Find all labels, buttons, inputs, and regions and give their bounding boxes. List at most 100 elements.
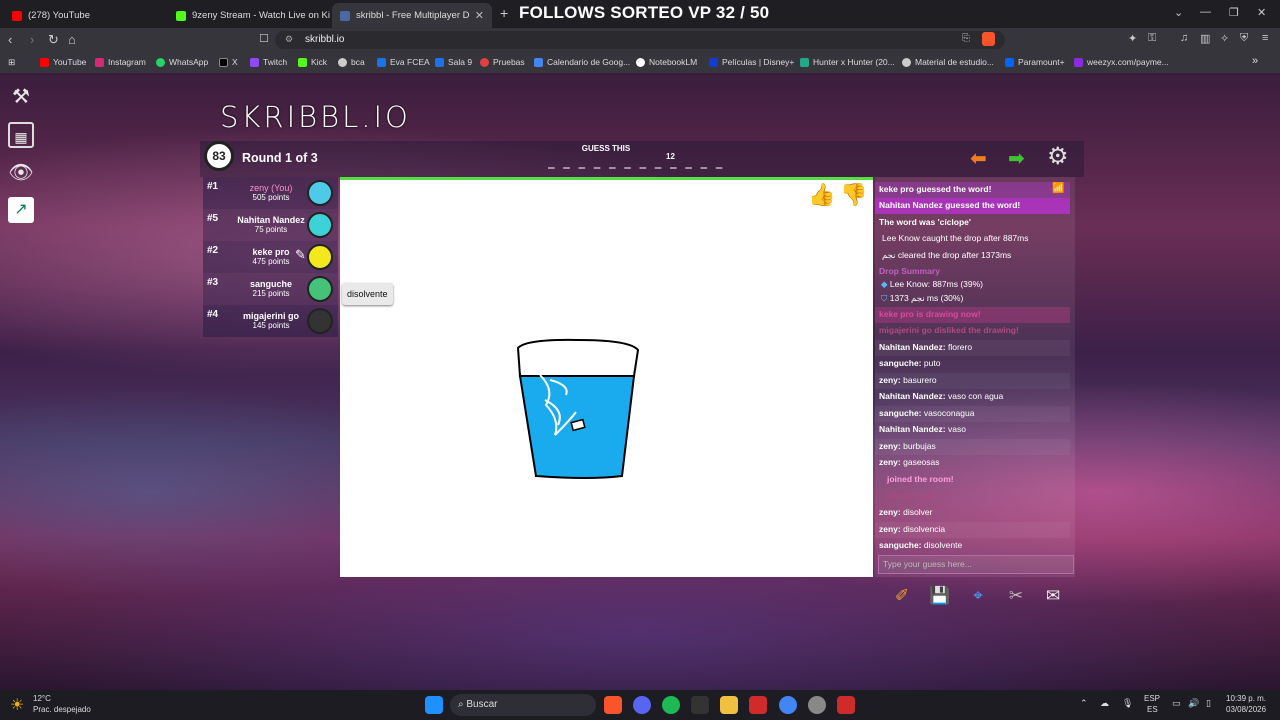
bookmark-label: Sala 9 [448,57,473,67]
brave-icon[interactable] [604,696,622,714]
bookmark-weezyx[interactable]: weezyx.com/payme... [1074,57,1169,67]
chat-text: vaso [947,424,966,434]
mic-icon[interactable]: 🎙 [1122,698,1133,709]
mail-icon[interactable]: ✉ [1040,586,1066,610]
bookmark-paramount[interactable]: Paramount+ [1005,57,1065,67]
bookmark-instagram[interactable]: Instagram [95,57,146,67]
bookmark-label: YouTube [53,57,87,67]
timer-clock: 83 [204,141,234,171]
tab-skribbl[interactable]: skribbl - Free Multiplayer Drawi ✕ [332,3,492,28]
chrome-icon[interactable] [779,696,797,714]
bookmark-calendar[interactable]: Calendario de Goog... [534,57,630,67]
thumbs-down-icon[interactable]: 👎 [840,182,867,208]
bookmark-material[interactable]: Material de estudio... [902,57,994,67]
chat-message: keke pro guessed the word! [875,182,1070,198]
player-row[interactable]: #2 keke pro 475 points ✎ [203,241,338,273]
reload-icon[interactable]: ↻ [48,32,59,48]
tab-list-icon[interactable]: ⌄ [1174,6,1183,19]
bookmark-sala9[interactable]: Sala 9 [435,57,472,67]
volume-icon[interactable]: 🔊 [1188,698,1199,709]
discord-icon[interactable] [633,696,651,714]
bookmark-whatsapp[interactable]: WhatsApp [156,57,208,67]
key-icon[interactable]: ⚿ [1148,32,1156,45]
bookmark-hunter[interactable]: Hunter x Hunter (20... [800,57,895,67]
bookmark-pruebas[interactable]: Pruebas [480,57,525,67]
player-row[interactable]: #5 Nahitan Nandez 75 points [203,209,338,241]
orange-arrow-icon[interactable]: ⬅ [970,146,987,171]
minimize-icon[interactable]: — [1200,6,1211,18]
thumbs-up-icon[interactable]: 👍 [808,182,835,208]
green-arrow-icon[interactable]: ➡ [1008,146,1025,171]
bookmark-bca[interactable]: bca [338,57,365,67]
bookmark-x[interactable]: X [219,57,238,67]
battery-icon[interactable]: ▯ [1206,698,1211,709]
gallery-icon[interactable]: ▦ [8,122,34,148]
bookmark-youtube[interactable]: YouTube [40,57,86,67]
back-icon[interactable]: ‹ [8,32,12,47]
chat-text: Lee Know: 887ms (39%) [889,279,983,289]
network-icon[interactable]: ▭ [1172,698,1181,709]
apps-icon[interactable]: ⊞ [8,57,15,68]
epic-games-icon[interactable] [691,696,709,714]
app-red-icon[interactable] [749,696,767,714]
new-tab-button[interactable]: + [500,5,508,21]
wallet-icon[interactable]: ✧ [1220,32,1229,45]
search-icon: ⌕ [458,699,464,710]
player-row[interactable]: #4 migajerini go 145 points [203,305,338,337]
forward-icon[interactable]: › [30,32,34,47]
vpn-icon[interactable]: ⛨ [1240,32,1248,45]
chat-text: 1373 نجم ms (30%) [889,293,964,303]
guess-input[interactable]: Type your guess here... [878,555,1074,574]
crosshair-icon[interactable]: ⌖ [965,586,991,610]
extensions-icon[interactable]: ✦ [1128,32,1137,45]
bookmark-notebooklm[interactable]: NotebookLM [636,57,697,67]
obs-icon[interactable] [808,696,826,714]
player-info: zeny (You) 505 points [229,183,313,203]
chat-message: The word was 'cíclope' [875,215,1070,231]
windows-start-icon[interactable] [425,696,443,714]
tab-youtube[interactable]: (278) YouTube [4,3,166,28]
app-red-icon[interactable] [837,696,855,714]
player-avatar [307,276,333,302]
address-bar-row: ‹ › ↻ ⌂ ☐ ⚙ skribbl.io ⎘ ✦ ⚿ ♫ ▥ ✧ ⛨ ≡ [0,28,1280,52]
chart-icon[interactable]: ↗ [8,197,34,223]
bookmark-icon[interactable]: ☐ [259,32,269,45]
bookmark-kick[interactable]: Kick [298,57,327,67]
cloud-icon[interactable]: ☁ [1100,698,1109,709]
player-row[interactable]: #1 zeny (You) 505 points [203,177,338,209]
taskbar-search[interactable]: ⌕ Buscar [450,694,596,716]
clock-time[interactable]: 10:39 p. m. [1226,694,1266,703]
tray-expand-icon[interactable]: ⌃ [1080,698,1088,709]
stream-overlay-title: FOLLOWS SORTEO VP 32 / 50 [519,3,770,22]
bookmark-eva-fcea[interactable]: Eva FCEA [377,57,430,67]
music-icon[interactable]: ♫ [1180,32,1188,44]
drawing-canvas[interactable] [340,177,873,577]
tab-kick[interactable]: 9zeny Stream - Watch Live on Kick [168,3,330,28]
chat-sender: sanguche: [879,540,922,550]
spotify-icon[interactable] [662,696,680,714]
maximize-icon[interactable]: ❐ [1229,6,1239,19]
sidebar-toggle-icon[interactable]: ▥ [1200,32,1210,45]
eye-icon[interactable]: 👁 [8,160,34,186]
pencil-tool-icon[interactable]: ✐ [889,586,915,610]
player-row[interactable]: #3 sanguche 215 points [203,273,338,305]
bookmark-twitch[interactable]: Twitch [250,57,287,67]
bookmark-disney[interactable]: Películas | Disney+ [709,57,794,67]
close-tab-icon[interactable]: ✕ [475,9,484,22]
brave-shields-icon[interactable] [982,32,995,46]
word-length: 12 [666,152,675,161]
url-field[interactable]: ⚙ skribbl.io ⎘ [275,31,1005,49]
site-info-icon[interactable]: ⚙ [285,34,293,45]
translate-icon[interactable]: ⎘ [962,33,970,44]
menu-icon[interactable]: ≡ [1262,32,1268,44]
settings-gear-icon[interactable]: ⚙ [1047,142,1069,171]
wrench-icon[interactable]: ⚒ [8,84,34,110]
home-icon[interactable]: ⌂ [68,32,76,47]
lang-indicator[interactable]: ESP [1144,694,1160,703]
magic-wand-icon[interactable]: ✂ [1003,586,1029,610]
save-icon[interactable]: 💾 [927,586,953,610]
file-explorer-icon[interactable] [720,696,738,714]
close-window-icon[interactable]: ✕ [1257,6,1266,19]
player-avatar [307,244,333,270]
more-bookmarks-icon[interactable]: » [1252,55,1258,67]
